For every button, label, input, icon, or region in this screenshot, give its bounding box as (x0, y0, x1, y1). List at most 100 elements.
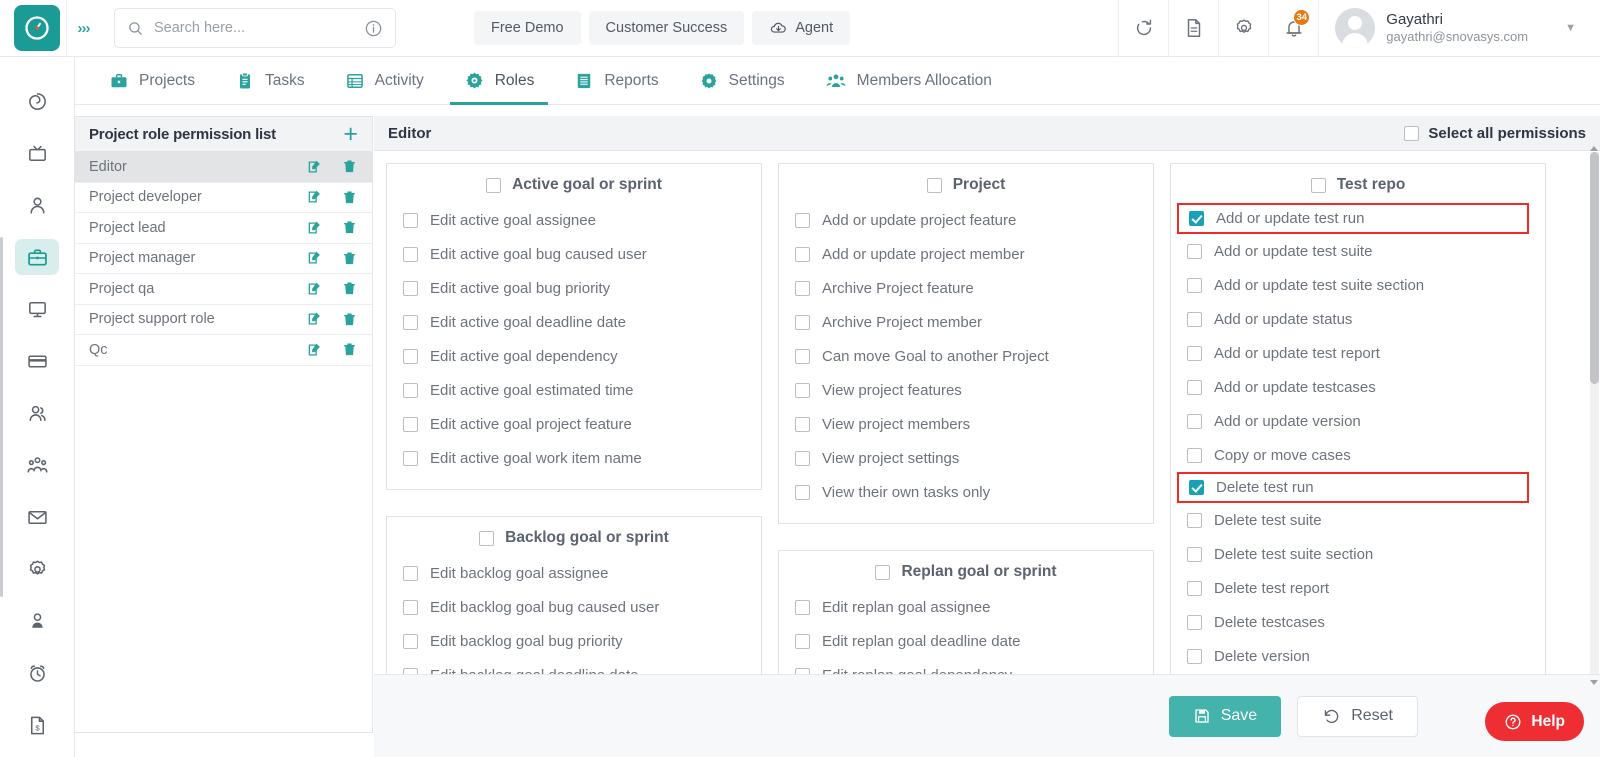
permission-checkbox[interactable] (795, 451, 810, 466)
permission-item[interactable]: Delete version (1171, 639, 1545, 673)
rail-item-mail[interactable] (15, 499, 59, 535)
permission-checkbox[interactable] (1189, 211, 1204, 226)
scroll-up-arrow[interactable] (1590, 146, 1598, 151)
permission-checkbox[interactable] (1187, 547, 1202, 562)
permission-checkbox[interactable] (1187, 615, 1202, 630)
permission-item[interactable]: Add or update testcases (1171, 370, 1545, 404)
permission-item[interactable]: Edit backlog goal bug priority (387, 624, 761, 658)
card-select-all-checkbox[interactable] (875, 565, 890, 580)
scroll-down-arrow[interactable] (1590, 680, 1598, 685)
permission-item[interactable]: Edit active goal project feature (387, 407, 761, 441)
rail-item-profile[interactable] (15, 603, 59, 639)
trash-icon[interactable] (341, 280, 358, 297)
permission-checkbox[interactable] (403, 281, 418, 296)
rail-item-tv[interactable] (15, 135, 59, 171)
card-select-all-checkbox[interactable] (1311, 178, 1326, 193)
notifications-button[interactable]: 34 (1268, 0, 1318, 57)
permission-checkbox[interactable] (403, 315, 418, 330)
chevron-down-icon[interactable]: ▼ (1565, 22, 1576, 34)
search-input[interactable] (154, 20, 354, 36)
role-row[interactable]: Project lead (75, 213, 372, 244)
settings-button[interactable] (1218, 0, 1268, 57)
permission-item[interactable]: Delete test run (1177, 472, 1529, 503)
permission-checkbox[interactable] (403, 383, 418, 398)
permission-checkbox[interactable] (1189, 480, 1204, 495)
permission-checkbox[interactable] (1187, 448, 1202, 463)
permission-item[interactable]: Edit active goal estimated time (387, 373, 761, 407)
permission-item[interactable]: Edit replan goal dependency (779, 658, 1153, 674)
permission-item[interactable]: Edit replan goal deadline date (779, 624, 1153, 658)
help-button[interactable]: Help (1485, 702, 1584, 741)
permission-item[interactable]: Edit active goal dependency (387, 339, 761, 373)
trash-icon[interactable] (341, 158, 358, 175)
permission-checkbox[interactable] (795, 349, 810, 364)
rail-item-users[interactable] (15, 395, 59, 431)
rail-item-card[interactable] (15, 343, 59, 379)
permission-item[interactable]: Edit backlog goal bug caused user (387, 590, 761, 624)
permission-checkbox[interactable] (1187, 346, 1202, 361)
permission-checkbox[interactable] (795, 485, 810, 500)
edit-icon[interactable] (306, 219, 324, 237)
permission-checkbox[interactable] (1187, 380, 1202, 395)
role-row[interactable]: Project manager (75, 244, 372, 275)
rail-item-invoice[interactable]: $ (15, 707, 59, 743)
permission-item[interactable]: Add or update project feature (779, 203, 1153, 237)
search-box[interactable] (114, 8, 396, 48)
permission-item[interactable]: View project features (779, 373, 1153, 407)
edit-icon[interactable] (306, 249, 324, 267)
reset-button[interactable]: Reset (1297, 696, 1418, 737)
permission-item[interactable]: Add or update test suite (1171, 234, 1545, 268)
permission-item[interactable]: Add or update test run (1177, 203, 1529, 234)
permission-checkbox[interactable] (403, 417, 418, 432)
edit-icon[interactable] (306, 310, 324, 328)
permission-item[interactable]: Delete testcases (1171, 605, 1545, 639)
trash-icon[interactable] (341, 189, 358, 206)
tab-reports[interactable]: Reports (554, 57, 678, 104)
permission-checkbox[interactable] (795, 247, 810, 262)
rail-item-alarm-clock[interactable] (15, 655, 59, 691)
permission-item[interactable]: Edit active goal bug priority (387, 271, 761, 305)
customer-success-button[interactable]: Customer Success (589, 11, 745, 45)
permission-checkbox[interactable] (1187, 414, 1202, 429)
permission-checkbox[interactable] (403, 247, 418, 262)
card-select-all-checkbox[interactable] (486, 178, 501, 193)
edit-icon[interactable] (306, 158, 324, 176)
content-scrollbar-thumb[interactable] (1590, 152, 1599, 384)
permission-item[interactable]: Delete test suite section (1171, 537, 1545, 571)
permission-checkbox[interactable] (403, 566, 418, 581)
permission-checkbox[interactable] (1187, 312, 1202, 327)
role-row[interactable]: Project qa (75, 274, 372, 305)
rail-item-user[interactable] (15, 187, 59, 223)
tab-members-allocation[interactable]: Members Allocation (805, 57, 1012, 104)
edit-icon[interactable] (306, 341, 324, 359)
double-chevron-right-icon[interactable]: ››› (66, 0, 100, 57)
permission-item[interactable]: Archive Project feature (779, 271, 1153, 305)
tab-settings[interactable]: Settings (679, 57, 805, 104)
tab-projects[interactable]: Projects (89, 57, 215, 104)
tab-tasks[interactable]: Tasks (215, 57, 325, 104)
permission-item[interactable]: Can move Goal to another Project (779, 339, 1153, 373)
permission-item[interactable]: View project members (779, 407, 1153, 441)
card-select-all-checkbox[interactable] (479, 531, 494, 546)
permission-checkbox[interactable] (795, 634, 810, 649)
permission-item[interactable]: Archive Project member (779, 305, 1153, 339)
app-logo[interactable] (14, 5, 60, 51)
tab-roles[interactable]: Roles (444, 57, 555, 104)
trash-icon[interactable] (341, 219, 358, 236)
trash-icon[interactable] (341, 250, 358, 267)
permission-item[interactable]: Add or update test suite section (1171, 268, 1545, 302)
permission-checkbox[interactable] (403, 634, 418, 649)
permission-item[interactable]: View their own tasks only (779, 475, 1153, 509)
permission-checkbox[interactable] (403, 600, 418, 615)
free-demo-button[interactable]: Free Demo (474, 11, 581, 45)
permission-item[interactable]: Add or update test report (1171, 336, 1545, 370)
permission-checkbox[interactable] (403, 213, 418, 228)
permission-checkbox[interactable] (1187, 581, 1202, 596)
card-select-all-checkbox[interactable] (927, 178, 942, 193)
tab-activity[interactable]: Activity (325, 57, 444, 104)
role-row[interactable]: Editor (75, 152, 372, 183)
rail-scrollbar[interactable] (0, 237, 3, 597)
select-all-permissions[interactable]: Select all permissions (1404, 125, 1586, 142)
edit-icon[interactable] (306, 188, 324, 206)
permission-item[interactable]: Edit replan goal assignee (779, 590, 1153, 624)
